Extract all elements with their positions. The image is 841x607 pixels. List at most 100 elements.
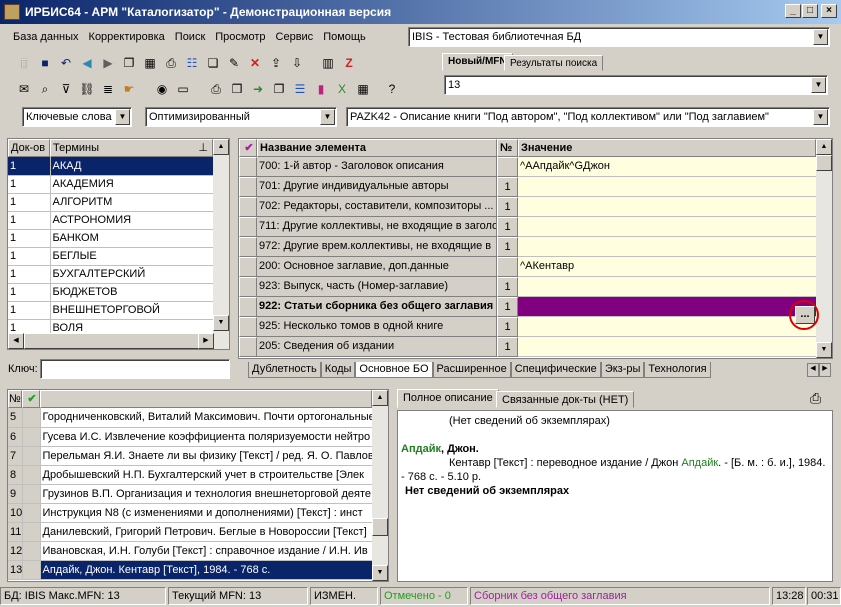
help-icon[interactable]: ?: [382, 79, 402, 99]
dictionary-row[interactable]: 1 БЕГЛЫЕ: [8, 247, 214, 266]
table-icon[interactable]: ▦: [353, 79, 373, 99]
row-marker[interactable]: [239, 277, 257, 297]
result-check[interactable]: [22, 560, 41, 580]
row-marker[interactable]: [239, 177, 257, 197]
tree-icon[interactable]: ☷: [182, 53, 202, 73]
printer-icon[interactable]: ⎙: [206, 79, 226, 99]
scroll-up-icon[interactable]: ▲: [213, 139, 229, 155]
col-value[interactable]: Значение: [518, 139, 816, 157]
save-icon[interactable]: ■: [35, 53, 55, 73]
col-number[interactable]: №: [497, 139, 518, 157]
element-value[interactable]: [518, 177, 816, 197]
dictionary-row[interactable]: 1 АЛГОРИТМ: [8, 193, 214, 212]
result-check[interactable]: [22, 446, 41, 466]
search-tool-icon[interactable]: ⌕: [35, 79, 55, 99]
optimization-combo[interactable]: Оптимизированный ▼: [145, 107, 337, 127]
arrow-right-icon[interactable]: ▶: [98, 53, 118, 73]
mfn-combo[interactable]: 13 ▼: [444, 75, 828, 95]
scroll-thumb[interactable]: [816, 155, 832, 171]
editor-row[interactable]: 711: Другие коллективы, не входящие в за…: [239, 217, 832, 237]
dictionary-row[interactable]: 1 БУХГАЛТЕРСКИЙ: [8, 265, 214, 284]
scroll-thumb[interactable]: [372, 518, 388, 536]
result-row[interactable]: 5 Городниченковский, Виталий Максимович. …: [8, 408, 373, 428]
z3950-icon[interactable]: Z: [339, 53, 359, 73]
result-row[interactable]: 6 Гусева И.С. Извлечение коэффициента пол…: [8, 427, 373, 447]
element-value[interactable]: [518, 197, 816, 217]
barcode-icon[interactable]: ▥: [318, 53, 338, 73]
menu-service[interactable]: Сервис: [271, 31, 319, 43]
chevron-down-icon[interactable]: ▼: [811, 77, 826, 93]
editor-row[interactable]: 200: Основное заглавие, доп.данные ^AКент…: [239, 257, 832, 277]
check-column-icon[interactable]: ✔: [22, 390, 40, 408]
editor-scrollbar[interactable]: ▲ ▼: [816, 139, 832, 358]
menu-search[interactable]: Поиск: [170, 31, 210, 43]
editor-tab[interactable]: Специфические: [510, 362, 601, 378]
chevron-down-icon[interactable]: ▼: [115, 109, 130, 125]
col-result-title[interactable]: [40, 390, 372, 408]
import-icon[interactable]: ⇪: [266, 53, 286, 73]
dictionary-row[interactable]: 1 АСТРОНОМИЯ: [8, 211, 214, 230]
row-marker[interactable]: [239, 337, 257, 357]
row-marker[interactable]: [239, 317, 257, 337]
dictionary-row[interactable]: 1 АКАД: [8, 157, 214, 176]
result-row[interactable]: 12 Ивановская, И.Н. Голуби [Текст] : спра…: [8, 541, 373, 561]
dictionary-hscrollbar[interactable]: ◀ ▶: [8, 333, 214, 349]
scroll-up-icon[interactable]: ▲: [816, 139, 832, 155]
scroll-down-icon[interactable]: ▼: [213, 315, 229, 331]
element-value[interactable]: [518, 297, 816, 317]
result-check[interactable]: [22, 503, 41, 523]
arrow-left-icon[interactable]: ◀: [77, 53, 97, 73]
key-input[interactable]: [40, 359, 230, 379]
hand-icon[interactable]: ☛: [119, 79, 139, 99]
list-icon[interactable]: ☰: [290, 79, 310, 99]
results-scrollbar[interactable]: ▲ ▼: [372, 390, 388, 581]
docs-icon[interactable]: ❐: [269, 79, 289, 99]
editor-tab[interactable]: Основное БО: [355, 362, 433, 378]
col-docs[interactable]: Док-ов: [8, 139, 50, 157]
element-value[interactable]: [518, 317, 816, 337]
col-element-name[interactable]: Название элемента: [257, 139, 497, 157]
tab-linked-docs[interactable]: Связанные док-ты (НЕТ): [496, 391, 635, 408]
element-value[interactable]: ^AАпдайк^GДжон: [518, 157, 816, 177]
worksheet-combo[interactable]: PAZK42 - Описание книги "Под автором", "…: [346, 107, 830, 127]
element-value[interactable]: [518, 337, 816, 357]
editor-tab[interactable]: Технология: [644, 362, 711, 378]
menu-edit[interactable]: Корректировка: [84, 31, 170, 43]
tab-search-results[interactable]: Результаты поиска: [504, 55, 604, 71]
menu-database[interactable]: База данных: [8, 31, 84, 43]
element-value[interactable]: ^AКентавр: [518, 257, 816, 277]
report-icon[interactable]: ≣: [98, 79, 118, 99]
col-result-number[interactable]: №: [8, 390, 22, 408]
copy-record-icon[interactable]: ❐: [119, 53, 139, 73]
row-marker[interactable]: [239, 197, 257, 217]
chevron-down-icon[interactable]: ▼: [813, 109, 828, 125]
tab-new-mfn[interactable]: Новый/MFN: [442, 53, 513, 71]
element-value[interactable]: [518, 277, 816, 297]
filter-icon[interactable]: ⊽: [56, 79, 76, 99]
result-check[interactable]: [22, 541, 41, 561]
row-marker[interactable]: [239, 297, 257, 317]
editor-row[interactable]: 205: Сведения об издании 1: [239, 337, 832, 357]
dictionary-scrollbar[interactable]: ▲ ▼: [213, 139, 229, 349]
close-button[interactable]: ×: [821, 4, 837, 18]
col-terms[interactable]: Термины ⊥: [50, 139, 213, 157]
editor-tab[interactable]: Дублетность: [248, 362, 321, 378]
editor-row[interactable]: 700: 1-й автор - Заголовок описания ^AАпд…: [239, 157, 832, 177]
view-icon[interactable]: ◉: [152, 79, 172, 99]
editor-row[interactable]: 922: Статьи сборника без общего заглавия…: [239, 297, 832, 317]
new-document-icon[interactable]: ▯: [14, 53, 34, 73]
dictionary-row[interactable]: 1 БЮДЖЕТОВ: [8, 283, 214, 302]
print-preview-icon[interactable]: ⎙: [810, 390, 821, 407]
editor-tab[interactable]: Коды: [320, 362, 356, 378]
editor-tab[interactable]: Экз-ры: [600, 362, 645, 378]
result-row[interactable]: 13 Апдайк, Джон. Кентавр [Текст], 1984. -…: [8, 560, 373, 580]
editor-tab[interactable]: Расширенное: [432, 362, 511, 378]
editor-row[interactable]: 701: Другие индивидуальные авторы 1: [239, 177, 832, 197]
result-row[interactable]: 9 Грузинов В.П. Организация и технология …: [8, 484, 373, 504]
result-check[interactable]: [22, 484, 41, 504]
row-marker[interactable]: [239, 217, 257, 237]
minimize-button[interactable]: _: [785, 4, 801, 18]
export-icon[interactable]: ⇩: [287, 53, 307, 73]
edit-icon[interactable]: ✎: [224, 53, 244, 73]
result-check[interactable]: [22, 465, 41, 485]
